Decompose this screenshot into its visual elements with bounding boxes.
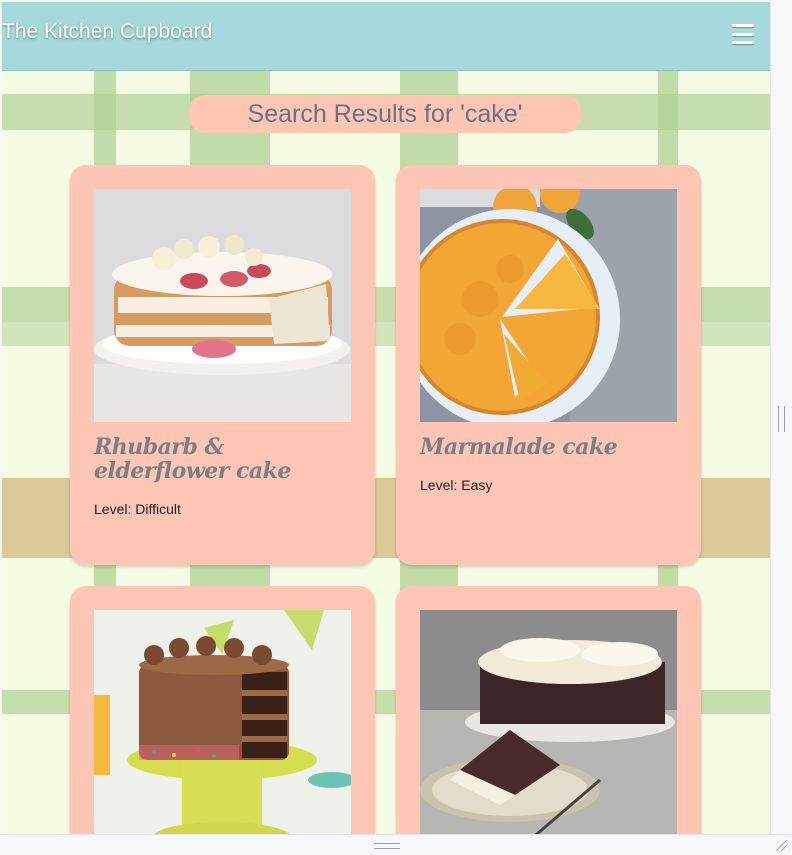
recipe-card[interactable]: Marmalade cake Level: Easy xyxy=(396,165,701,565)
recipe-image[interactable] xyxy=(94,189,351,422)
recipe-image[interactable] xyxy=(420,610,677,834)
recipe-card[interactable]: Rhubarb & elderflower cake Level: Diffic… xyxy=(70,165,375,565)
splitter-grip-icon[interactable] xyxy=(778,406,785,432)
site-title[interactable]: The Kitchen Cupboard xyxy=(2,20,212,44)
recipe-title[interactable]: Marmalade cake xyxy=(420,435,680,459)
recipe-image[interactable] xyxy=(420,189,677,422)
recipe-card[interactable] xyxy=(70,586,375,834)
recipe-level: Level: Easy xyxy=(420,477,493,493)
recipe-level: Level: Difficult xyxy=(94,501,181,517)
recipe-card[interactable] xyxy=(396,586,701,834)
resize-corner-icon[interactable] xyxy=(774,838,788,852)
search-results-heading: Search Results for 'cake' xyxy=(189,95,581,133)
bottom-grip-icon[interactable] xyxy=(374,843,400,849)
top-navbar: The Kitchen Cupboard xyxy=(2,2,770,71)
recipe-image[interactable] xyxy=(94,610,351,834)
page-viewport: The Kitchen Cupboard Search Results for … xyxy=(2,2,770,834)
hamburger-menu-icon[interactable] xyxy=(732,24,754,44)
recipe-title[interactable]: Rhubarb & elderflower cake xyxy=(94,435,354,483)
